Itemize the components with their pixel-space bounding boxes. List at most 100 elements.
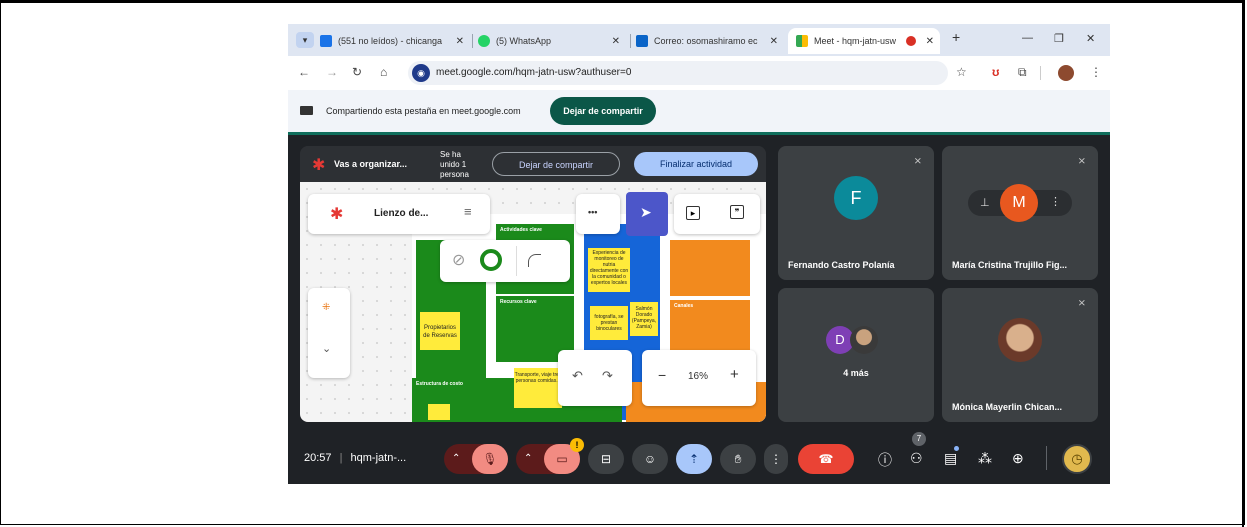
menu-kebab-icon[interactable]: ⋮ [1090, 65, 1102, 79]
chevron-down-icon[interactable]: ⌄ [322, 342, 331, 355]
back-icon[interactable]: ← [298, 65, 310, 79]
pin-icon[interactable]: ⊥ [980, 196, 990, 209]
tab-gmail[interactable]: (551 no leídos) - chicanga ✕ [320, 28, 470, 54]
bookmark-star-icon[interactable]: ☆ [956, 65, 967, 79]
captions-button[interactable]: ⊟ [588, 444, 624, 474]
no-fill-icon[interactable]: ⊘ [452, 250, 465, 270]
home-icon[interactable]: ⌂ [380, 65, 387, 79]
tab-outlook[interactable]: Correo: osomashiramo ec ✕ [636, 28, 784, 54]
menu-kebab-icon[interactable]: ⋮ [1050, 195, 1061, 208]
sticky-note[interactable]: Salmón Dorado (Pampeya, Zamia) [630, 302, 658, 336]
sticky-note[interactable]: fotografía, se prestan binoculares [590, 306, 628, 340]
whatsapp-icon [478, 35, 490, 47]
url-text: meet.google.com/hqm-jatn-usw?authuser=0 [436, 67, 632, 78]
side-toolbox: ⁜ ⌄ [308, 288, 350, 378]
reactions-button[interactable]: ☺ [632, 444, 668, 474]
address-bar[interactable]: ◉ meet.google.com/hqm-jatn-usw?authuser=… [408, 61, 948, 85]
sticky-note[interactable]: Experiencia de monitoreo de nutria direc… [588, 248, 630, 292]
close-icon[interactable]: ✕ [456, 36, 464, 47]
new-tab-button[interactable]: + [952, 29, 960, 45]
presentation-title: Vas a organizar... [334, 159, 408, 169]
stop-presenting-button[interactable]: Dejar de compartir [492, 152, 620, 176]
close-icon[interactable]: ✕ [926, 36, 934, 47]
present-icon[interactable]: ▸ [686, 206, 700, 220]
tab-title: (551 no leídos) - chicanga [338, 36, 443, 46]
tab-title: (5) WhatsApp [496, 36, 552, 46]
more-options-button[interactable]: ⋮ [764, 444, 788, 474]
reload-icon[interactable]: ↻ [352, 65, 362, 79]
corner-radius-icon[interactable] [528, 254, 541, 267]
close-icon[interactable]: ✕ [770, 36, 778, 47]
whiteboard-canvas[interactable]: Actividades clave Recursos clave Canales… [300, 182, 766, 422]
avatar: M [1000, 184, 1038, 222]
redo-icon[interactable]: ↷ [602, 368, 613, 384]
present-screen-button[interactable]: ⇡ [676, 444, 712, 474]
app-logo-icon: ✱ [312, 157, 326, 174]
zoom-in-button[interactable]: + [730, 366, 739, 383]
section-label: Actividades clave [500, 227, 542, 233]
people-count-badge: 7 [912, 432, 926, 446]
tab-search-button[interactable]: ▾ [296, 32, 314, 48]
chat-unread-dot [954, 446, 959, 451]
menu-hamburger-icon[interactable]: ≡ [464, 204, 472, 219]
gmail-icon [320, 35, 332, 47]
sticky-note[interactable]: Transporte, viaje tres personas comidas.… [514, 368, 562, 408]
people-icon[interactable]: ⚇ [910, 450, 923, 467]
minimize-icon[interactable]: — [1022, 32, 1033, 44]
timer-icon[interactable]: ◷ [1062, 444, 1092, 474]
present-tools-card: ▸ ❞ [674, 194, 760, 234]
extensions-puzzle-icon[interactable]: ⧉ [1018, 65, 1027, 80]
joined-notice: Se ha unido 1 persona [440, 150, 469, 179]
border-color-icon[interactable] [480, 249, 502, 271]
site-info-icon[interactable]: ◉ [412, 64, 430, 82]
chevron-up-icon[interactable]: ⌃ [452, 444, 460, 474]
meet-stage: ✱ Vas a organizar... Se ha unido 1 perso… [288, 132, 1110, 484]
raise-hand-button[interactable]: ✋︎ [720, 444, 756, 474]
chat-icon[interactable]: ▤ [944, 450, 957, 467]
host-controls-icon[interactable]: ⊕ [1012, 450, 1024, 467]
leave-call-button[interactable]: ☎︎ [798, 444, 854, 474]
meeting-code: hqm-jatn-... [350, 452, 407, 464]
shape-style-toolbar: ⊘ [440, 240, 570, 282]
sharing-text: Compartiendo esta pestaña en meet.google… [326, 106, 521, 116]
tab-whatsapp[interactable]: (5) WhatsApp ✕ [478, 28, 626, 54]
tab-separator [472, 34, 473, 48]
stop-sharing-button[interactable]: Dejar de compartir [550, 97, 656, 125]
mic-off-icon: ⨯ [1077, 298, 1086, 309]
comment-icon[interactable]: ❞ [730, 205, 744, 219]
tab-title: Correo: osomashiramo ec [654, 36, 758, 46]
others-tile[interactable]: D 4 más [778, 288, 934, 422]
more-icon: ••• [588, 207, 598, 217]
share-send-button[interactable]: ➤ [626, 192, 668, 236]
end-activity-button[interactable]: Finalizar actividad [634, 152, 758, 176]
sharing-banner: Compartiendo esta pestaña en meet.google… [288, 90, 1110, 132]
time-separator: | [339, 452, 343, 464]
audio-options: ⌃ 🎙︎ [444, 444, 508, 474]
add-shapes-icon[interactable]: ⁜ [322, 302, 330, 313]
menu-kebab-icon: ⋮ [770, 452, 782, 466]
info-icon[interactable]: ⓘ [878, 450, 892, 470]
activities-icon[interactable]: ⁂ [978, 450, 992, 467]
hang-up-icon: ☎︎ [818, 452, 834, 466]
tab-meet[interactable]: Meet - hqm-jatn-usw ✕ [788, 28, 940, 54]
clock: 20:57 [304, 452, 332, 464]
chevron-up-icon[interactable]: ⌃ [524, 444, 532, 474]
undo-icon[interactable]: ↶ [572, 368, 583, 384]
mic-off-icon: ⨯ [913, 156, 922, 167]
toolbar-separator [1040, 66, 1041, 80]
sticky-note[interactable] [428, 404, 450, 420]
sticky-note[interactable]: Propietarios de Reservas [420, 312, 460, 350]
forward-icon[interactable]: → [326, 65, 338, 79]
extension-icon[interactable]: ʊ [992, 65, 999, 79]
outlook-icon [636, 35, 648, 47]
profile-avatar[interactable] [1058, 65, 1074, 81]
window-close-icon[interactable]: ✕ [1086, 32, 1095, 45]
more-options-button[interactable]: ••• [576, 194, 620, 234]
participant-name: Mónica Mayerlin Chican... [952, 402, 1063, 412]
hand-icon: ✋︎ [734, 452, 742, 466]
emoji-icon: ☺ [643, 452, 657, 466]
close-icon[interactable]: ✕ [612, 36, 620, 47]
zoom-out-button[interactable]: − [658, 367, 666, 383]
mic-off-button[interactable]: 🎙︎ [472, 444, 508, 474]
restore-icon[interactable]: ❐ [1054, 32, 1064, 45]
